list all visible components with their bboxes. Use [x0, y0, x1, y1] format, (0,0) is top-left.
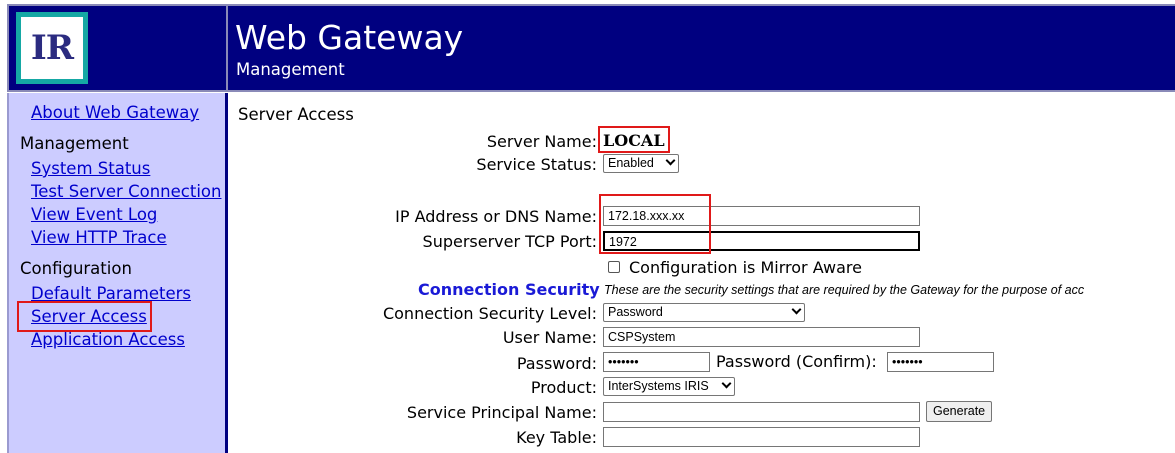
password-input[interactable]: •••••••	[603, 352, 710, 372]
spn-input[interactable]	[603, 402, 920, 422]
product-select[interactable]: InterSystems IRIS	[603, 377, 735, 396]
highlight-box-ip-port	[599, 194, 711, 254]
sidebar-heading-configuration: Configuration	[20, 259, 132, 278]
mirror-aware-label: Configuration is Mirror Aware	[629, 258, 862, 277]
password-confirm-input[interactable]: •••••••	[887, 352, 994, 372]
sidebar-link-view-event-log[interactable]: View Event Log	[31, 205, 157, 224]
password-confirm-label: Password (Confirm):	[716, 352, 877, 371]
header-banner: Web Gateway Management	[228, 4, 1175, 92]
app-title: Web Gateway	[235, 18, 464, 57]
security-level-label: Connection Security Level:	[382, 304, 597, 323]
security-level-select[interactable]: Password	[603, 303, 805, 322]
highlight-box-server-access	[17, 301, 152, 332]
sidebar-link-about[interactable]: About Web Gateway	[31, 103, 199, 122]
product-label: Product:	[530, 378, 597, 397]
logo: IR	[16, 12, 88, 84]
user-name-input[interactable]: CSPSystem	[603, 327, 920, 347]
key-table-label: Key Table:	[516, 428, 597, 447]
ip-address-label: IP Address or DNS Name:	[395, 207, 597, 226]
chevron-down-icon	[791, 304, 802, 315]
chevron-down-icon	[721, 378, 732, 389]
sidebar-link-application-access[interactable]: Application Access	[31, 330, 185, 349]
sidebar-link-test-server-connection[interactable]: Test Server Connection	[31, 182, 221, 201]
tcp-port-label: Superserver TCP Port:	[422, 232, 597, 251]
logo-text: IR	[21, 17, 83, 79]
chevron-down-icon	[665, 155, 676, 166]
connection-security-heading: Connection Security	[418, 280, 600, 299]
sidebar-link-system-status[interactable]: System Status	[31, 159, 150, 178]
sidebar: About Web Gateway Management System Stat…	[7, 93, 228, 453]
connection-security-note: These are the security settings that are…	[604, 283, 1085, 297]
sidebar-link-view-http-trace[interactable]: View HTTP Trace	[31, 228, 167, 247]
product-value: InterSystems IRIS	[608, 379, 709, 393]
service-status-label: Service Status:	[476, 155, 597, 174]
main-content: Server Access Server Name: LOCAL Service…	[230, 93, 1175, 453]
highlight-box-server-name	[598, 126, 670, 153]
service-status-select[interactable]: Enabled	[603, 154, 679, 173]
spn-label: Service Principal Name:	[406, 403, 597, 422]
server-name-label: Server Name:	[486, 132, 597, 151]
mirror-aware-checkbox[interactable]	[608, 261, 620, 273]
app-subtitle: Management	[236, 60, 345, 79]
security-level-value: Password	[608, 305, 663, 319]
service-status-value: Enabled	[608, 156, 654, 170]
key-table-input[interactable]	[603, 427, 920, 447]
sidebar-heading-management: Management	[20, 134, 129, 153]
page-title: Server Access	[238, 105, 354, 124]
logo-cell: IR	[7, 4, 228, 92]
password-label: Password:	[516, 354, 597, 373]
user-name-label: User Name:	[502, 328, 597, 347]
generate-button[interactable]: Generate	[926, 401, 993, 422]
